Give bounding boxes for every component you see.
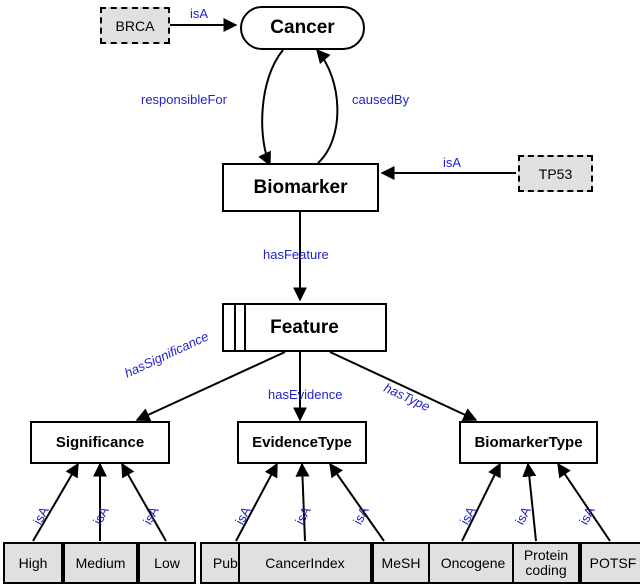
node-feature-label: Feature bbox=[270, 316, 339, 338]
node-biomarkertype-label: BiomarkerType bbox=[474, 434, 583, 451]
node-biomarker[interactable]: Biomarker bbox=[222, 163, 379, 212]
node-protein-coding[interactable]: Protein coding bbox=[512, 542, 580, 584]
node-cancerindex-label: CancerIndex bbox=[265, 554, 345, 571]
component-bar-icon bbox=[234, 303, 246, 352]
node-medium[interactable]: Medium bbox=[63, 542, 138, 584]
diagram-canvas: BRCA Cancer TP53 Biomarker Feature Signi… bbox=[0, 0, 640, 585]
edge-label-responsiblefor: responsibleFor bbox=[141, 92, 227, 107]
node-oncogene[interactable]: Oncogene bbox=[428, 542, 518, 584]
node-cancerindex[interactable]: CancerIndex bbox=[238, 542, 372, 584]
edge-label-tp53-isa: isA bbox=[443, 155, 462, 170]
node-significance-label: Significance bbox=[55, 434, 145, 451]
node-biomarkertype[interactable]: BiomarkerType bbox=[459, 421, 598, 464]
diagram-edges bbox=[32, 18, 611, 542]
node-medium-label: Medium bbox=[75, 554, 126, 571]
node-cancer-label: Cancer bbox=[270, 17, 335, 38]
node-biomarker-label: Biomarker bbox=[253, 176, 348, 198]
node-mesh[interactable]: MeSH bbox=[372, 542, 430, 584]
node-high[interactable]: High bbox=[3, 542, 63, 584]
node-feature[interactable]: Feature bbox=[222, 303, 387, 352]
node-tp53-label: TP53 bbox=[538, 165, 573, 182]
node-low[interactable]: Low bbox=[138, 542, 196, 584]
node-tp53[interactable]: TP53 bbox=[518, 155, 593, 192]
node-evidencetype-label: EvidenceType bbox=[252, 434, 352, 451]
node-cancer[interactable]: Cancer bbox=[240, 6, 365, 50]
node-protein-coding-label-line2: coding bbox=[525, 562, 567, 578]
edge-label-brca-isa: isA bbox=[190, 6, 209, 21]
node-oncogene-label: Oncogene bbox=[440, 554, 506, 571]
node-brca-label: BRCA bbox=[115, 17, 155, 34]
node-significance[interactable]: Significance bbox=[30, 421, 170, 464]
node-evidencetype[interactable]: EvidenceType bbox=[237, 421, 367, 464]
edge-label-hasfeature: hasFeature bbox=[263, 247, 329, 262]
node-potsf[interactable]: POTSF bbox=[580, 542, 640, 584]
node-brca[interactable]: BRCA bbox=[100, 7, 170, 44]
node-low-label: Low bbox=[154, 554, 180, 571]
edge-label-hasevidence: hasEvidence bbox=[268, 387, 343, 402]
node-potsf-label: POTSF bbox=[589, 554, 637, 571]
node-protein-coding-label-line1: Protein bbox=[523, 547, 569, 564]
node-high-label: High bbox=[18, 554, 48, 571]
node-mesh-label: MeSH bbox=[381, 554, 421, 571]
edge-label-causedby: causedBy bbox=[352, 92, 410, 107]
